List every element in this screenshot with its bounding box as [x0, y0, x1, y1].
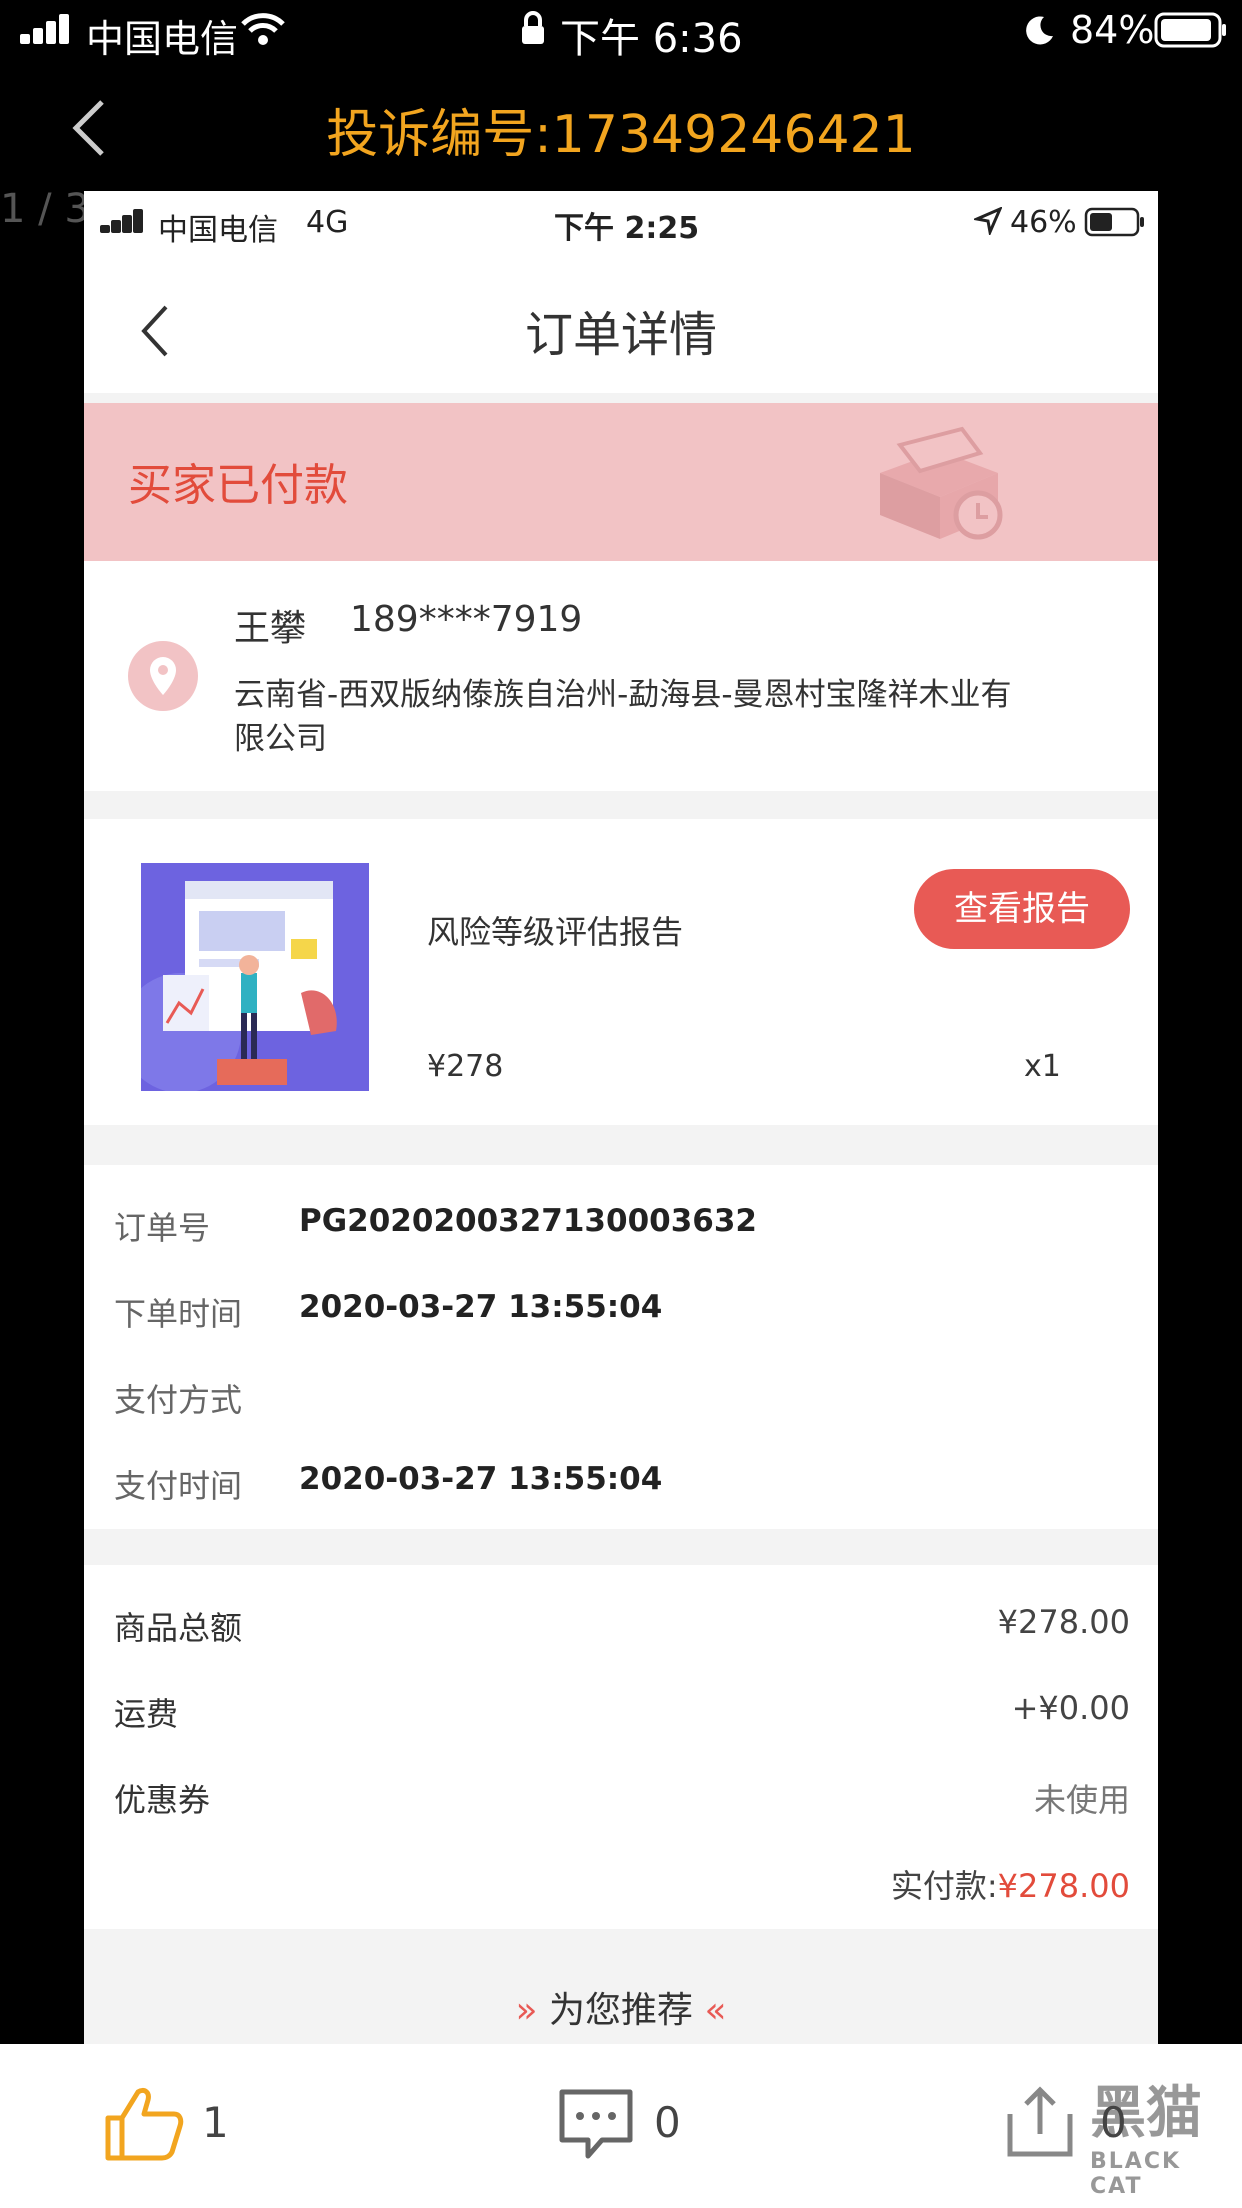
inner-time: 下午 2:25	[554, 211, 700, 246]
product-name: 风险等级评估报告	[427, 913, 684, 951]
order-number-label: 订单号	[114, 1209, 211, 1247]
product-thumbnail	[141, 863, 369, 1091]
order-status-text: 买家已付款	[128, 460, 348, 511]
inner-nav-bar: 订单详情	[84, 253, 1158, 393]
shipping-value: +¥0.00	[1011, 1689, 1130, 1727]
location-pin-icon	[128, 641, 198, 711]
comment-icon[interactable]	[556, 2086, 636, 2162]
inner-carrier: 中国电信	[158, 213, 278, 248]
recommend-text: 为您推荐	[548, 1990, 693, 2031]
inner-status-bar: 中国电信 4G 下午 2:25 46%	[84, 191, 1158, 253]
battery-icon	[1154, 12, 1226, 48]
paid-label: 实付款:	[890, 1867, 998, 1905]
order-number-value: PG202020032713000363​2	[299, 1203, 757, 1239]
inner-battery-percent: 46%	[1010, 205, 1077, 240]
order-time-label: 下单时间	[114, 1295, 243, 1333]
page-counter: 1 / 3	[0, 186, 90, 232]
recommend-header: » 为您推荐 «	[84, 1981, 1158, 2033]
payment-time-value: 2020-03-27 13:55:04	[299, 1461, 663, 1497]
black-cat-watermark: 黑猫 BLACK CAT	[1090, 2068, 1240, 2199]
inner-signal-icon	[100, 209, 144, 233]
order-detail-title: 订单详情	[524, 307, 717, 363]
signal-icon	[20, 14, 72, 44]
chevrons-right-icon: »	[515, 1990, 538, 2031]
thumbs-up-icon[interactable]	[104, 2086, 184, 2162]
subtotal-label: 商品总额	[114, 1609, 243, 1647]
payment-time-label: 支付时间	[114, 1467, 243, 1505]
product-card[interactable]: 风险等级评估报告 查看报告 ¥278 x1	[84, 819, 1158, 1125]
watermark-sub: BLACK CAT	[1090, 2149, 1182, 2199]
package-clock-icon	[880, 426, 1003, 540]
subtotal-value: ¥278.00	[997, 1603, 1130, 1641]
outer-carrier: 中国电信	[86, 17, 239, 61]
watermark-brand: 黑猫	[1090, 2081, 1202, 2146]
inner-battery-icon	[1084, 207, 1144, 237]
paid-value: ¥278.00	[997, 1867, 1130, 1905]
view-report-button[interactable]: 查看报告	[914, 869, 1130, 949]
address-line-1: 云南省-西双版纳傣族自治州-勐海县-曼恩村宝隆祥木业有	[234, 677, 1012, 713]
comment-count: 0	[654, 2098, 681, 2147]
like-count: 1	[202, 2098, 229, 2147]
product-quantity: x1	[1024, 1049, 1061, 1084]
outer-time: 下午 6:36	[560, 16, 743, 62]
recipient-phone: 189****7919	[350, 599, 583, 640]
order-status-banner: 买家已付款	[84, 403, 1158, 561]
product-price: ¥278	[427, 1049, 504, 1084]
moon-icon	[1026, 16, 1053, 45]
address-card[interactable]: 王攀 189****7919 云南省-西双版纳傣族自治州-勐海县-曼恩村宝隆祥木…	[84, 561, 1158, 791]
paid-amount: 实付款:¥278.00	[891, 1861, 1130, 1907]
coupon-value: 未使用	[1033, 1781, 1130, 1819]
order-screenshot: 中国电信 4G 下午 2:25 46% 订单详情 买家已付款 王攀 189***…	[84, 191, 1158, 2046]
payment-method-label: 支付方式	[114, 1381, 243, 1419]
inner-network: 4G	[306, 205, 349, 240]
order-time-value: 2020-03-27 13:55:04	[299, 1289, 663, 1325]
recipient-name: 王攀	[234, 608, 307, 649]
location-arrow-icon	[974, 207, 1002, 235]
complaint-number-title: 投诉编号:17349246421	[326, 105, 916, 165]
coupon-label: 优惠券	[114, 1781, 211, 1819]
lock-icon	[522, 11, 544, 44]
share-icon[interactable]	[1000, 2084, 1080, 2164]
amount-card: 商品总额 ¥278.00 运费 +¥0.00 优惠券 未使用 实付款:¥278.…	[84, 1565, 1158, 1929]
outer-battery-percent: 84%	[1070, 8, 1155, 52]
shipping-label: 运费	[114, 1695, 179, 1733]
bottom-action-bar: 1 0 0 黑猫 BLACK CAT	[0, 2044, 1242, 2208]
chevrons-left-icon: «	[704, 1990, 727, 2031]
order-info-card: 订单号 PG202020032713000363​2 下单时间 2020-03-…	[84, 1165, 1158, 1529]
wifi-icon	[241, 13, 285, 45]
outer-status-bar: 中国电信 下午 6:36 84%	[0, 0, 1242, 62]
address-line-2: 限公司	[234, 721, 327, 757]
